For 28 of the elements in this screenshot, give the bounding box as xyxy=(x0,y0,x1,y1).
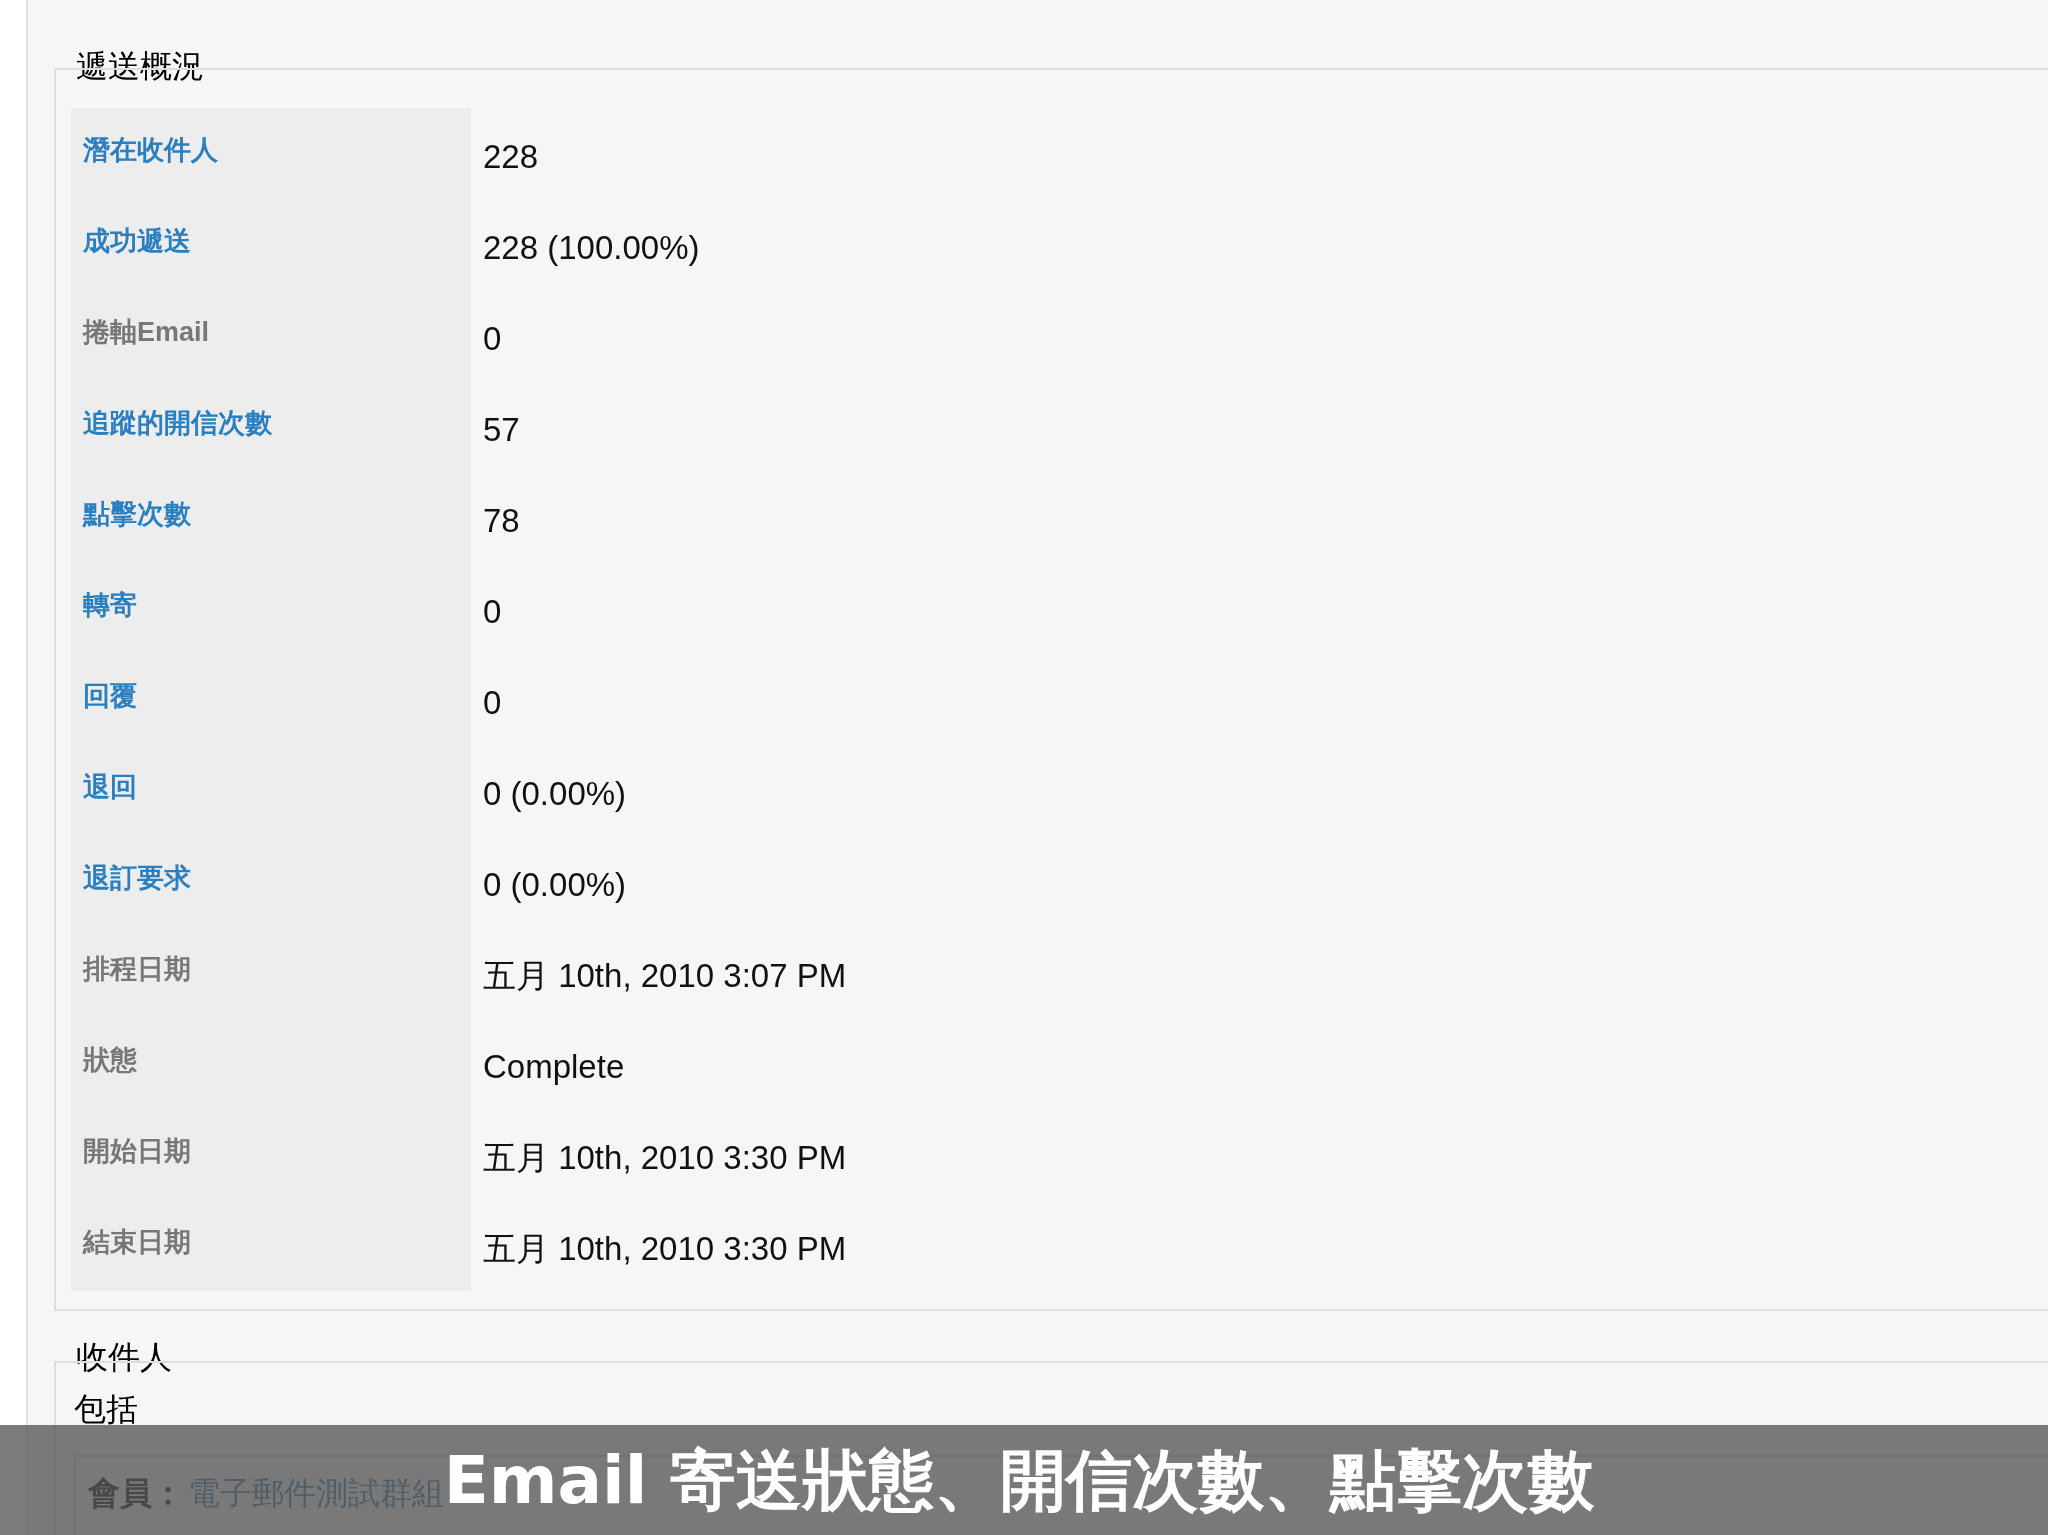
stat-value: 五月 10th, 2010 3:30 PM xyxy=(483,1230,847,1267)
stat-value: 78 xyxy=(483,502,520,539)
stat-link[interactable]: 回覆 xyxy=(83,681,137,711)
stat-label: 狀態 xyxy=(83,1045,137,1075)
stat-value: 228 xyxy=(483,138,539,175)
stat-value: 五月 10th, 2010 3:30 PM xyxy=(483,1139,847,1176)
stat-link[interactable]: 成功遞送 xyxy=(83,226,191,256)
stat-label: 開始日期 xyxy=(83,1136,191,1166)
stat-link[interactable]: 退訂要求 xyxy=(83,863,191,893)
stat-label: 排程日期 xyxy=(83,954,191,984)
stat-label: 結束日期 xyxy=(83,1227,191,1257)
stat-value: 0 (0.00%) xyxy=(483,866,627,903)
stat-link[interactable]: 退回 xyxy=(83,772,137,802)
stat-link[interactable]: 追蹤的開信次數 xyxy=(83,408,272,438)
stat-link[interactable]: 點擊次數 xyxy=(83,499,191,529)
stat-label: 捲軸Email xyxy=(83,317,210,347)
stat-value: 0 xyxy=(483,684,502,721)
stat-link[interactable]: 潛在收件人 xyxy=(83,135,218,165)
caption-text: Email 寄送狀態、開信次數、點擊次數 xyxy=(443,1440,1595,1521)
include-label: 包括 xyxy=(74,1393,139,1425)
stat-value: 57 xyxy=(483,411,520,448)
stat-link[interactable]: 轉寄 xyxy=(83,590,137,620)
stat-value: 0 xyxy=(483,593,502,630)
stat-value: 228 (100.00%) xyxy=(483,229,700,266)
stat-value: Complete xyxy=(483,1048,625,1085)
stat-value: 五月 10th, 2010 3:07 PM xyxy=(483,957,847,994)
stat-value: 0 (0.00%) xyxy=(483,775,627,812)
stat-value: 0 xyxy=(483,320,502,357)
